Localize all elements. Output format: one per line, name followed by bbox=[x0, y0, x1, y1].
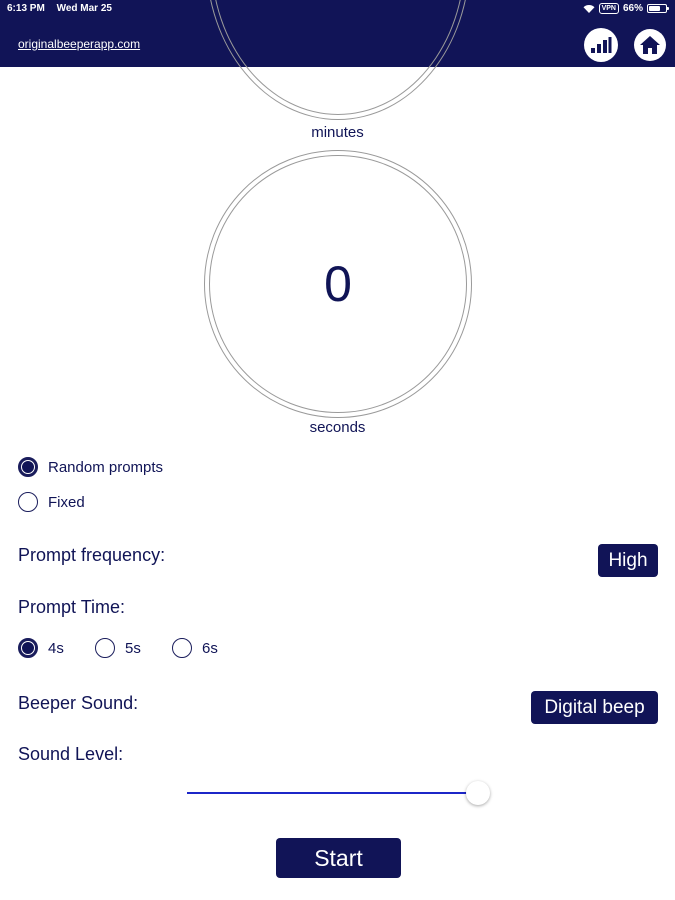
radio-prompt-time-5s[interactable]: 5s bbox=[95, 638, 141, 658]
radio-button[interactable] bbox=[172, 638, 192, 658]
status-date: Wed Mar 25 bbox=[56, 3, 112, 14]
radio-prompt-time-6s[interactable]: 6s bbox=[172, 638, 218, 658]
sound-level-slider-track[interactable] bbox=[187, 792, 479, 794]
stats-button[interactable] bbox=[584, 28, 618, 62]
radio-prompt-time-4s[interactable]: 4s bbox=[18, 638, 64, 658]
home-icon bbox=[640, 36, 660, 54]
prompt-frequency-button[interactable]: High bbox=[598, 544, 658, 577]
battery-icon bbox=[647, 4, 669, 13]
sound-level-label: Sound Level: bbox=[18, 744, 124, 764]
radio-label: 6s bbox=[202, 639, 218, 657]
prompt-frequency-label: Prompt frequency: bbox=[18, 545, 166, 565]
battery-fill bbox=[649, 6, 660, 11]
status-bar-left: 6:13 PM Wed Mar 25 bbox=[7, 3, 121, 14]
radio-random-prompts[interactable]: Random prompts bbox=[18, 457, 163, 477]
minutes-label: minutes bbox=[311, 124, 364, 141]
radio-button[interactable] bbox=[18, 638, 38, 658]
battery-percent: 66% bbox=[622, 3, 643, 14]
status-bar-right: VPN 66% bbox=[583, 3, 669, 14]
stats-chart-icon bbox=[591, 37, 612, 53]
start-button[interactable]: Start bbox=[276, 838, 401, 878]
radio-fixed[interactable]: Fixed bbox=[18, 492, 85, 512]
radio-button[interactable] bbox=[18, 492, 38, 512]
prompt-time-label: Prompt Time: bbox=[18, 597, 126, 617]
radio-label: Random prompts bbox=[48, 458, 164, 476]
radio-label: 4s bbox=[48, 639, 64, 657]
seconds-label: seconds bbox=[309, 419, 366, 436]
radio-button[interactable] bbox=[18, 457, 38, 477]
minutes-dial bbox=[206, 0, 470, 120]
status-time: 6:13 PM bbox=[7, 3, 45, 14]
radio-button[interactable] bbox=[95, 638, 115, 658]
radio-label: 5s bbox=[125, 639, 141, 657]
seconds-value: 0 bbox=[324, 256, 352, 312]
home-button[interactable] bbox=[634, 29, 666, 61]
sound-level-slider-thumb[interactable] bbox=[466, 781, 490, 805]
vpn-badge: VPN bbox=[598, 3, 619, 14]
beeper-sound-button[interactable]: Digital beep bbox=[531, 691, 658, 724]
beeper-sound-label: Beeper Sound: bbox=[18, 693, 139, 713]
wifi-icon bbox=[583, 5, 595, 13]
site-link[interactable]: originalbeeperapp.com bbox=[18, 37, 140, 51]
radio-label: Fixed bbox=[48, 493, 85, 511]
